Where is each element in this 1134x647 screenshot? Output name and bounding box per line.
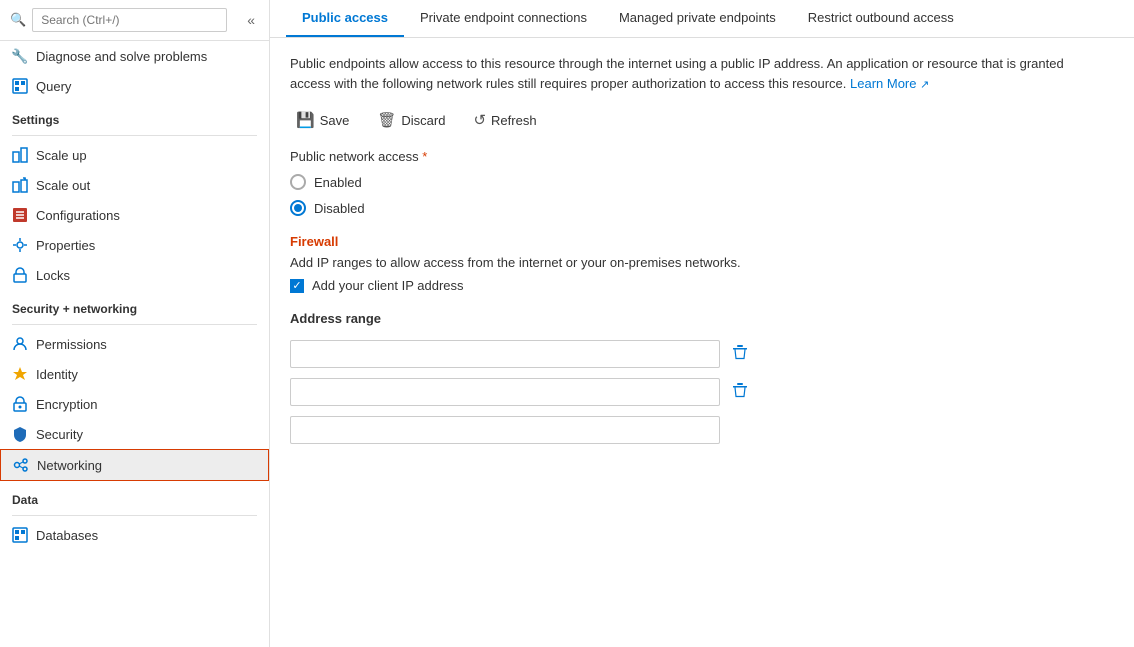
databases-icon bbox=[12, 527, 28, 543]
refresh-button[interactable]: ↺ Refresh bbox=[467, 107, 542, 133]
security-icon bbox=[12, 426, 28, 442]
radio-disabled[interactable]: Disabled bbox=[290, 200, 1114, 216]
scale-out-icon bbox=[12, 177, 28, 193]
locks-icon bbox=[12, 267, 28, 283]
tab-public-access[interactable]: Public access bbox=[286, 0, 404, 37]
tab-restrict-outbound[interactable]: Restrict outbound access bbox=[792, 0, 970, 37]
permissions-icon bbox=[12, 336, 28, 352]
sidebar-item-query[interactable]: Query bbox=[0, 71, 269, 101]
sidebar-item-label: Scale out bbox=[36, 178, 90, 193]
sidebar: 🔍 « 🔧 Diagnose and solve problems Query … bbox=[0, 0, 270, 647]
toolbar: 💾 Save 🗑 Discard ↺ Refresh bbox=[290, 107, 1114, 133]
info-box: Public endpoints allow access to this re… bbox=[290, 54, 1070, 93]
sidebar-item-scale-out[interactable]: Scale out bbox=[0, 170, 269, 200]
client-ip-label: Add your client IP address bbox=[312, 278, 464, 293]
refresh-icon: ↺ bbox=[473, 111, 486, 129]
sidebar-item-encryption[interactable]: Encryption bbox=[0, 389, 269, 419]
data-divider bbox=[12, 515, 257, 516]
radio-disabled-label: Disabled bbox=[314, 201, 365, 216]
sidebar-item-label: Configurations bbox=[36, 208, 120, 223]
discard-icon: 🗑 bbox=[377, 111, 396, 129]
sidebar-item-label: Permissions bbox=[36, 337, 107, 352]
query-icon bbox=[12, 78, 28, 94]
radio-disabled-circle bbox=[290, 200, 306, 216]
search-input[interactable] bbox=[32, 8, 227, 32]
sidebar-item-networking[interactable]: Networking bbox=[0, 449, 269, 481]
sidebar-item-databases[interactable]: Databases bbox=[0, 520, 269, 550]
public-network-radio-group: Enabled Disabled bbox=[290, 174, 1114, 216]
networking-icon bbox=[13, 457, 29, 473]
security-networking-section-label: Security + networking bbox=[0, 290, 269, 320]
public-network-label: Public network access * bbox=[290, 149, 1114, 164]
search-icon: 🔍 bbox=[10, 12, 26, 28]
radio-enabled-circle bbox=[290, 174, 306, 190]
main-content: Public access Private endpoint connectio… bbox=[270, 0, 1134, 647]
trash-icon-2 bbox=[732, 382, 748, 398]
collapse-button[interactable]: « bbox=[243, 10, 259, 30]
scale-up-icon bbox=[12, 147, 28, 163]
sidebar-item-diagnose[interactable]: 🔧 Diagnose and solve problems bbox=[0, 41, 269, 71]
tab-managed-private[interactable]: Managed private endpoints bbox=[603, 0, 792, 37]
search-bar: 🔍 « bbox=[0, 0, 269, 41]
client-ip-checkbox[interactable]: ✓ bbox=[290, 279, 304, 293]
settings-divider bbox=[12, 135, 257, 136]
address-row-2 bbox=[290, 378, 1114, 406]
trash-icon bbox=[732, 344, 748, 360]
checkbox-check-icon: ✓ bbox=[292, 279, 301, 292]
settings-section-label: Settings bbox=[0, 101, 269, 131]
address-input-3[interactable] bbox=[290, 416, 720, 444]
sidebar-item-properties[interactable]: Properties bbox=[0, 230, 269, 260]
sidebar-item-scale-up[interactable]: Scale up bbox=[0, 140, 269, 170]
required-marker: * bbox=[422, 149, 427, 164]
info-text: Public endpoints allow access to this re… bbox=[290, 56, 1064, 91]
identity-icon bbox=[12, 366, 28, 382]
diagnose-icon: 🔧 bbox=[12, 48, 28, 64]
sidebar-item-configurations[interactable]: Configurations bbox=[0, 200, 269, 230]
sidebar-item-label: Properties bbox=[36, 238, 95, 253]
save-icon: 💾 bbox=[296, 111, 315, 129]
delete-address-1-button[interactable] bbox=[728, 342, 752, 367]
save-button[interactable]: 💾 Save bbox=[290, 107, 355, 133]
sidebar-item-label: Locks bbox=[36, 268, 70, 283]
address-range-title: Address range bbox=[290, 311, 1114, 326]
sidebar-item-label: Diagnose and solve problems bbox=[36, 49, 207, 64]
learn-link[interactable]: Learn bbox=[850, 76, 883, 91]
properties-icon bbox=[12, 237, 28, 253]
data-section-label: Data bbox=[0, 481, 269, 511]
content-area: Public endpoints allow access to this re… bbox=[270, 38, 1134, 647]
sidebar-item-security[interactable]: Security bbox=[0, 419, 269, 449]
sidebar-item-locks[interactable]: Locks bbox=[0, 260, 269, 290]
sidebar-item-label: Security bbox=[36, 427, 83, 442]
save-label: Save bbox=[320, 113, 350, 128]
more-link[interactable]: More ↗ bbox=[887, 76, 929, 91]
radio-enabled[interactable]: Enabled bbox=[290, 174, 1114, 190]
tabs-bar: Public access Private endpoint connectio… bbox=[270, 0, 1134, 38]
address-input-2[interactable] bbox=[290, 378, 720, 406]
sidebar-item-label: Encryption bbox=[36, 397, 97, 412]
sidebar-item-label: Query bbox=[36, 79, 71, 94]
address-row-3 bbox=[290, 416, 1114, 444]
security-networking-divider bbox=[12, 324, 257, 325]
address-row-1 bbox=[290, 340, 1114, 368]
sidebar-item-permissions[interactable]: Permissions bbox=[0, 329, 269, 359]
radio-enabled-label: Enabled bbox=[314, 175, 362, 190]
sidebar-item-label: Databases bbox=[36, 528, 98, 543]
discard-button[interactable]: 🗑 Discard bbox=[371, 107, 451, 133]
firewall-title: Firewall bbox=[290, 234, 1114, 249]
encryption-icon bbox=[12, 396, 28, 412]
discard-label: Discard bbox=[401, 113, 445, 128]
refresh-label: Refresh bbox=[491, 113, 537, 128]
sidebar-item-label: Identity bbox=[36, 367, 78, 382]
delete-address-2-button[interactable] bbox=[728, 380, 752, 405]
configurations-icon bbox=[12, 207, 28, 223]
checkbox-row-client-ip[interactable]: ✓ Add your client IP address bbox=[290, 278, 1114, 293]
radio-disabled-inner bbox=[294, 204, 302, 212]
sidebar-item-label: Networking bbox=[37, 458, 102, 473]
address-input-1[interactable] bbox=[290, 340, 720, 368]
tab-private-endpoint[interactable]: Private endpoint connections bbox=[404, 0, 603, 37]
firewall-desc: Add IP ranges to allow access from the i… bbox=[290, 255, 810, 270]
sidebar-item-label: Scale up bbox=[36, 148, 87, 163]
sidebar-item-identity[interactable]: Identity bbox=[0, 359, 269, 389]
